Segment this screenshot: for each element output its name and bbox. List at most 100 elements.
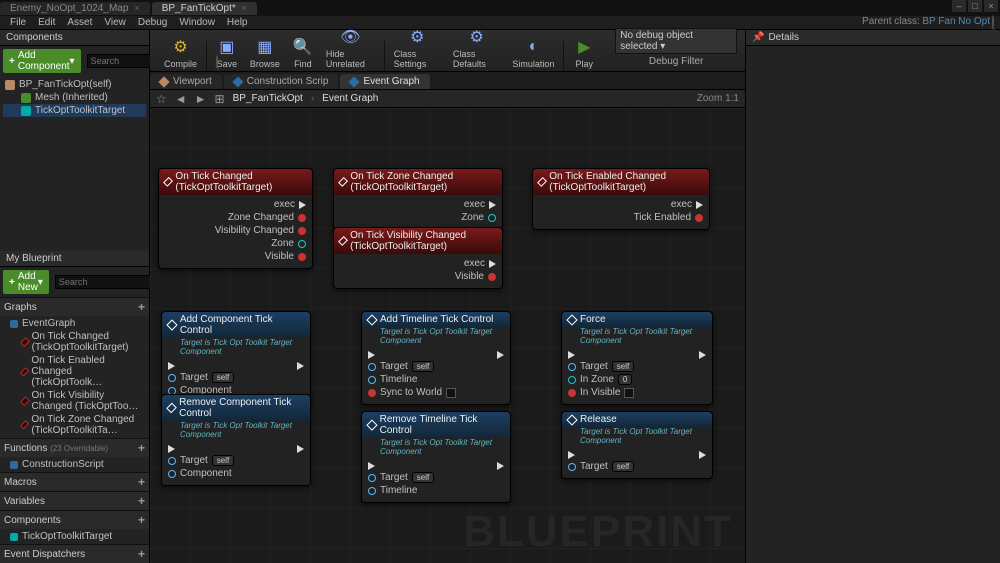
graph-node[interactable]: On Tick Changed (TickOptToolkitTarget)ex… <box>158 168 313 269</box>
add-new-button[interactable]: + Add New ▾ <box>3 270 49 294</box>
menu-view[interactable]: View <box>98 17 132 28</box>
tree-item[interactable]: Mesh (Inherited) <box>3 91 146 104</box>
pin[interactable]: Target self <box>368 361 434 372</box>
search-icon[interactable] <box>216 55 218 67</box>
nav-back-icon[interactable]: ◄ <box>175 92 187 106</box>
bp-event[interactable]: On Tick Visibility Changed (TickOptToo… <box>0 389 149 413</box>
menu-asset[interactable]: Asset <box>61 17 98 28</box>
tab-viewport[interactable]: Viewport <box>150 74 222 89</box>
pin[interactable] <box>568 451 579 459</box>
pin[interactable] <box>168 362 179 370</box>
graph-node[interactable]: On Tick Zone Changed (TickOptToolkitTarg… <box>333 168 503 230</box>
pin[interactable]: Target self <box>568 361 634 372</box>
pin[interactable] <box>293 362 304 370</box>
pin[interactable]: Zone <box>461 212 496 223</box>
breadcrumb-graph[interactable]: Event Graph <box>322 93 378 104</box>
add-icon[interactable]: + <box>138 475 145 489</box>
pin[interactable]: Zone <box>271 238 306 249</box>
pin[interactable]: Visible <box>265 251 306 262</box>
pin[interactable]: exec <box>274 199 306 210</box>
pin[interactable] <box>695 451 706 459</box>
toolbar-find-button[interactable]: 🔍Find <box>286 34 320 71</box>
map-tab[interactable]: BP_FanTickOpt* × <box>152 2 257 15</box>
pin[interactable]: Target self <box>168 372 234 383</box>
graph-node[interactable]: ForceTarget is Tick Opt Toolkit Target C… <box>561 311 713 405</box>
favorite-icon[interactable]: ☆ <box>156 92 167 106</box>
nav-fwd-icon[interactable]: ► <box>195 92 207 106</box>
map-tab[interactable]: Enemy_NoOpt_1024_Map × <box>0 2 150 15</box>
debug-object-select[interactable]: No debug object selected ▾ <box>615 28 737 54</box>
add-icon[interactable]: + <box>138 494 145 508</box>
bp-functions-section[interactable]: Functions (23 Overridable)+ <box>0 438 149 457</box>
pin[interactable]: Visible <box>455 271 496 282</box>
close-icon[interactable]: × <box>242 3 247 13</box>
bp-event[interactable]: On Tick Zone Changed (TickOptToolkitTa… <box>0 413 149 437</box>
pin[interactable]: Target self <box>368 472 434 483</box>
pin[interactable] <box>568 351 579 359</box>
toolbar-play-button[interactable]: ▶Play <box>567 34 601 71</box>
add-component-button[interactable]: + Add Component ▾ <box>3 49 81 73</box>
pin[interactable]: exec <box>671 199 703 210</box>
pin[interactable] <box>493 351 504 359</box>
add-icon[interactable]: + <box>138 441 145 455</box>
search-icon[interactable] <box>992 15 994 28</box>
menu-edit[interactable]: Edit <box>32 17 61 28</box>
bp-construction[interactable]: ConstructionScript <box>0 458 149 471</box>
toolbar-simulation-button[interactable]: ◐Simulation <box>506 34 560 71</box>
parent-class-link[interactable]: BP Fan No Opt <box>922 16 990 27</box>
bp-components-section[interactable]: Components+ <box>0 510 149 529</box>
pin[interactable]: Zone Changed <box>228 212 306 223</box>
add-icon[interactable]: + <box>138 300 145 314</box>
graph-canvas[interactable]: BLUEPRINT On Tick Changed (TickOptToolki… <box>150 108 745 563</box>
bp-variables-section[interactable]: Variables+ <box>0 491 149 510</box>
pin[interactable]: Sync to World <box>368 387 456 398</box>
tree-root[interactable]: BP_FanTickOpt(self) <box>3 78 146 91</box>
toolbar-hide-unrelated-button[interactable]: 👁Hide Unrelated <box>320 24 381 71</box>
toolbar-compile-button[interactable]: ⚙Compile <box>158 34 203 71</box>
pin[interactable]: exec <box>464 258 496 269</box>
pin[interactable]: Timeline <box>368 374 417 385</box>
pin[interactable] <box>368 351 379 359</box>
add-icon[interactable]: + <box>138 513 145 527</box>
graph-node[interactable]: Add Component Tick ControlTarget is Tick… <box>161 311 311 403</box>
toolbar-browse-button[interactable]: ▦Browse <box>244 34 286 71</box>
pin[interactable]: Target self <box>168 455 234 466</box>
bp-eventgraph[interactable]: EventGraph <box>0 317 149 330</box>
pin[interactable]: exec <box>464 199 496 210</box>
bp-dispatchers-section[interactable]: Event Dispatchers+ <box>0 544 149 563</box>
bp-event[interactable]: On Tick Changed (TickOptToolkitTarget) <box>0 330 149 354</box>
graph-node[interactable]: ReleaseTarget is Tick Opt Toolkit Target… <box>561 411 713 479</box>
bp-macros-section[interactable]: Macros+ <box>0 472 149 491</box>
pin[interactable]: Target self <box>568 461 634 472</box>
toolbar-class-settings-button[interactable]: ⚙Class Settings <box>388 24 447 71</box>
add-icon[interactable]: + <box>138 547 145 561</box>
pin[interactable]: In Zone 0 <box>568 374 632 385</box>
pin[interactable] <box>293 445 304 453</box>
pin[interactable] <box>368 462 379 470</box>
pin[interactable]: Timeline <box>368 485 417 496</box>
pin[interactable] <box>493 462 504 470</box>
graph-node[interactable]: On Tick Visibility Changed (TickOptToolk… <box>333 227 503 289</box>
pin[interactable] <box>695 351 706 359</box>
tab-eventgraph[interactable]: Event Graph <box>340 74 429 89</box>
graph-node[interactable]: On Tick Enabled Changed (TickOptToolkitT… <box>532 168 710 230</box>
pin[interactable]: Tick Enabled <box>634 212 703 223</box>
graph-node[interactable]: Remove Timeline Tick ControlTarget is Ti… <box>361 411 511 503</box>
tree-item[interactable]: TickOptToolkitTarget <box>3 104 146 117</box>
pin[interactable]: In Visible <box>568 387 634 398</box>
breadcrumb-asset[interactable]: BP_FanTickOpt <box>233 93 303 104</box>
pin[interactable] <box>168 445 179 453</box>
maximize-button[interactable]: □ <box>968 0 982 12</box>
graph-node[interactable]: Remove Component Tick ControlTarget is T… <box>161 394 311 486</box>
graph-node[interactable]: Add Timeline Tick ControlTarget is Tick … <box>361 311 511 405</box>
pin[interactable]: Visibility Changed <box>215 225 306 236</box>
grid-icon[interactable]: ⊞ <box>215 92 225 106</box>
bp-graphs-section[interactable]: Graphs+ <box>0 297 149 316</box>
thumbtack-icon[interactable]: 📌 <box>752 32 764 43</box>
close-button[interactable]: × <box>984 0 998 12</box>
minimize-button[interactable]: – <box>952 0 966 12</box>
bp-component-var[interactable]: TickOptToolkitTarget <box>0 530 149 543</box>
toolbar-class-defaults-button[interactable]: ⚙Class Defaults <box>447 24 507 71</box>
bp-event[interactable]: On Tick Enabled Changed (TickOptToolk… <box>0 354 149 389</box>
pin[interactable]: Component <box>168 468 232 479</box>
